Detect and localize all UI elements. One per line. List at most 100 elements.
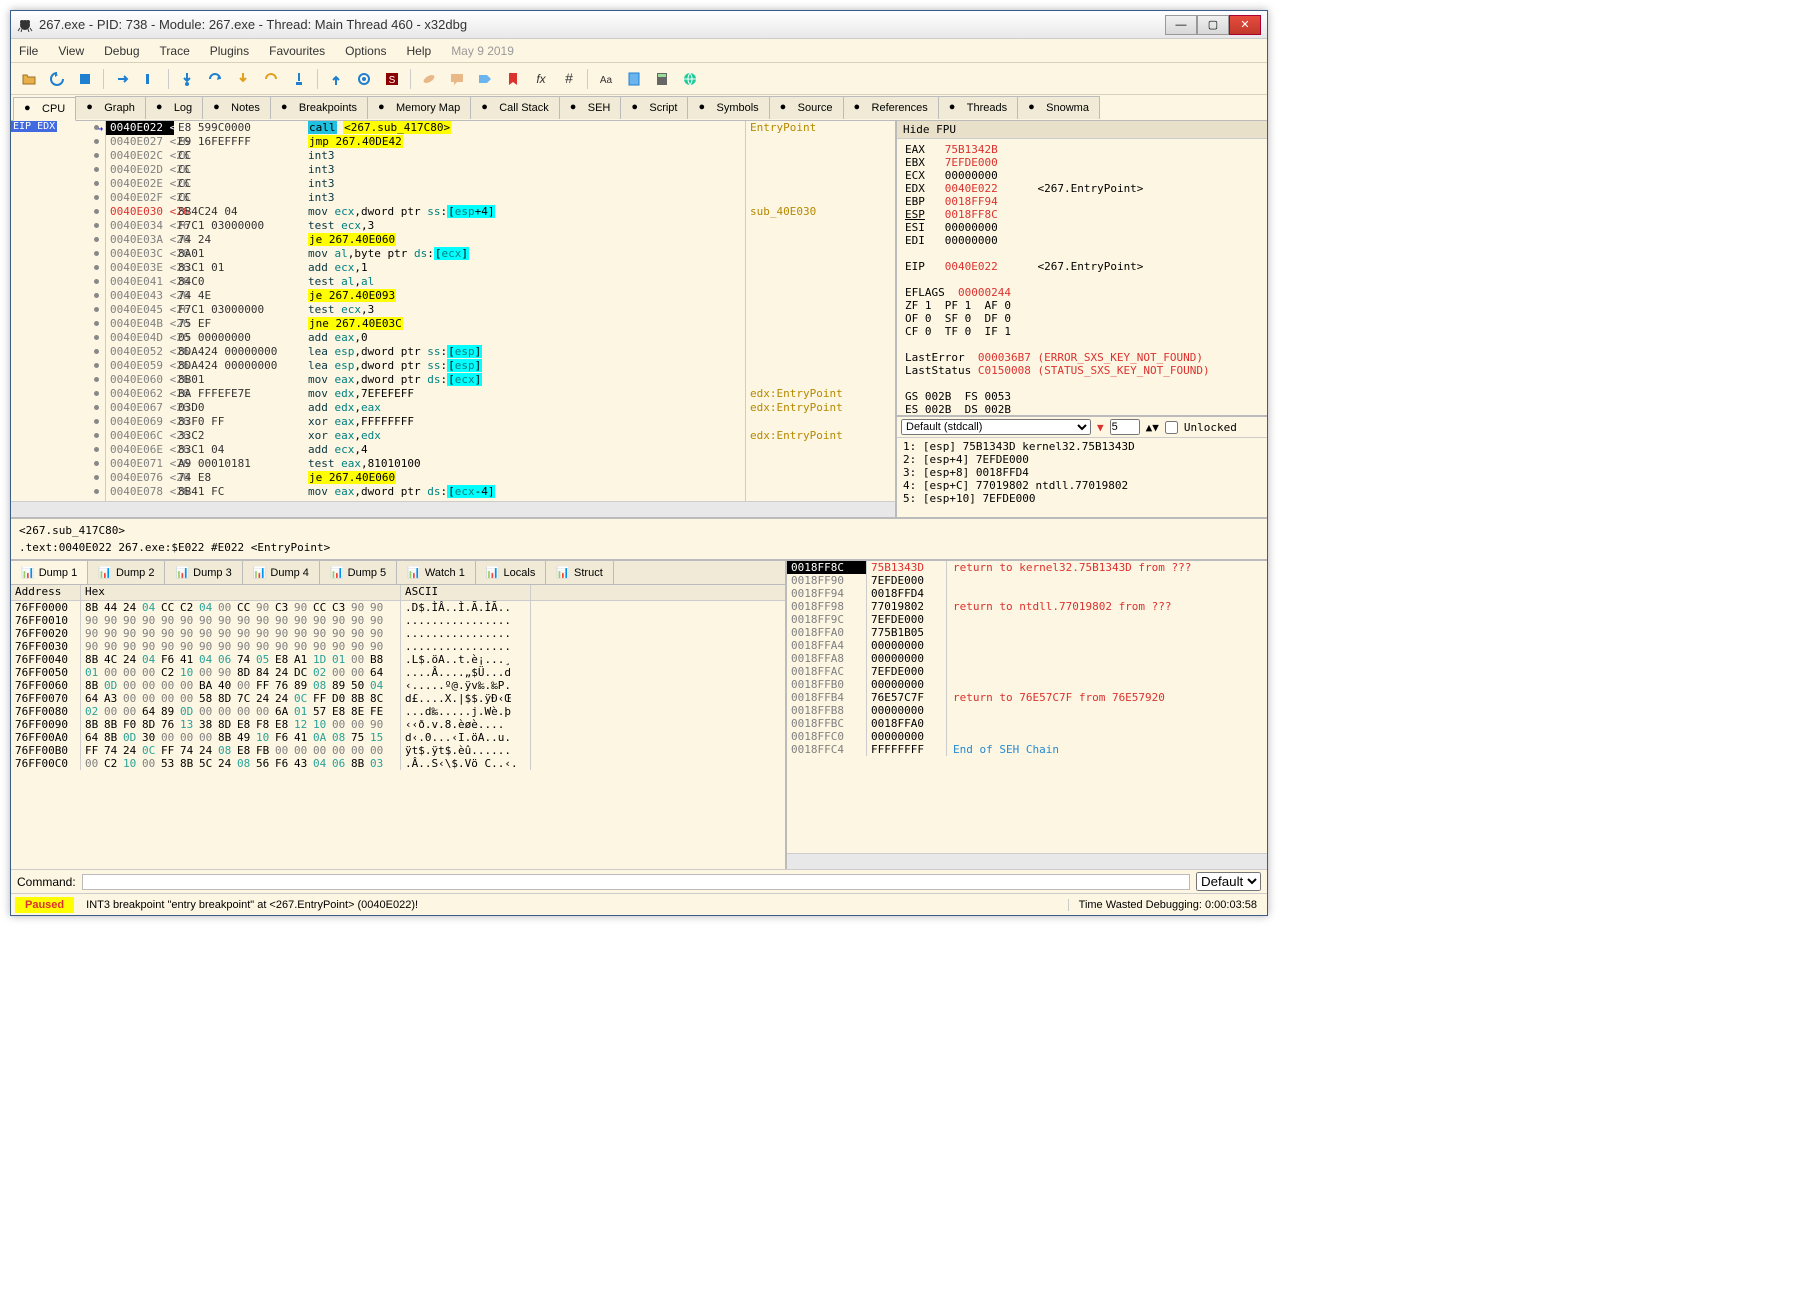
dump-row[interactable]: 76FF00608B0D00000000BA4000FF768908895004… [11, 679, 785, 692]
dump-row[interactable]: 76FF00408B4C2404F64104067405E8A11D0100B8… [11, 653, 785, 666]
dump-tab-0[interactable]: 📊Dump 1 [11, 561, 88, 584]
stack-row[interactable]: 0018FF940018FFD4 [787, 587, 1267, 600]
dump-tab-2[interactable]: 📊Dump 3 [165, 561, 242, 584]
dump-row[interactable]: 76FF002090909090909090909090909090909090… [11, 627, 785, 640]
dump-tab-7[interactable]: 📊Struct [546, 561, 613, 584]
dump-tab-6[interactable]: 📊Locals [476, 561, 547, 584]
tab-references[interactable]: ●References [843, 96, 939, 119]
scylla-button[interactable]: S [380, 67, 404, 91]
dump-row[interactable]: 76FF008002000064890D000000006A0157E88EFE… [11, 705, 785, 718]
step-into-button[interactable] [175, 67, 199, 91]
menu-file[interactable]: File [19, 44, 38, 58]
stack-row[interactable]: 0018FFB000000000 [787, 678, 1267, 691]
dump-row[interactable]: 76FF00908B8BF08D7613388DE8F8E81210000090… [11, 718, 785, 731]
stack-row[interactable]: 0018FF9877019802return to ntdll.77019802… [787, 600, 1267, 613]
stack-row[interactable]: 0018FFA0775B1B05 [787, 626, 1267, 639]
dump-tab-3[interactable]: 📊Dump 4 [243, 561, 320, 584]
stack-row[interactable]: 0018FF8C75B1343Dreturn to kernel32.75B13… [787, 561, 1267, 574]
titlebar[interactable]: 267.exe - PID: 738 - Module: 267.exe - T… [11, 11, 1267, 39]
disasm-row[interactable]: 0040E06E <2683C1 04add ecx,4 [11, 443, 895, 457]
dump-tab-5[interactable]: 📊Watch 1 [397, 561, 476, 584]
dump-row[interactable]: 76FF00008B442404CCC20400CC90C390CCC39090… [11, 601, 785, 614]
disasm-row[interactable]: 0040E069 <2683F0 FFxor eax,FFFFFFFF [11, 415, 895, 429]
disasm-row[interactable]: 0040E02E <26CCint3 [11, 177, 895, 191]
tab-seh[interactable]: ●SEH [559, 96, 622, 119]
tab-graph[interactable]: ●Graph [75, 96, 146, 119]
stack-row[interactable]: 0018FFBC0018FFA0 [787, 717, 1267, 730]
menu-plugins[interactable]: Plugins [210, 44, 249, 58]
stack-row[interactable]: 0018FF9C7EFDE000 [787, 613, 1267, 626]
disasm-row[interactable]: 0040E045 <26F7C1 03000000test ecx,3 [11, 303, 895, 317]
pause-button[interactable] [138, 67, 162, 91]
command-input[interactable] [82, 874, 1190, 890]
dump-row[interactable]: 76FF003090909090909090909090909090909090… [11, 640, 785, 653]
run-to-user-button[interactable] [287, 67, 311, 91]
disasm-row[interactable]: 0040E03C <268A01mov al,byte ptr ds:[ecx] [11, 247, 895, 261]
disasm-row[interactable]: 0040E067 <2603D0add edx,eaxedx:EntryPoin… [11, 401, 895, 415]
disasm-row[interactable]: 0040E052 <268DA424 00000000lea esp,dword… [11, 345, 895, 359]
tab-symbols[interactable]: ●Symbols [687, 96, 769, 119]
stack-row[interactable]: 0018FFC4FFFFFFFFEnd of SEH Chain [787, 743, 1267, 756]
patches-button[interactable] [417, 67, 441, 91]
disasm-row[interactable]: 0040E04B <2675 EFjne 267.40E03C [11, 317, 895, 331]
comments-button[interactable] [445, 67, 469, 91]
dump-row[interactable]: 76FF00A0648B0D300000008B4910F6410A087515… [11, 731, 785, 744]
arg-count-input[interactable] [1110, 419, 1140, 435]
strings-button[interactable]: Aa [594, 67, 618, 91]
tab-memory map[interactable]: ●Memory Map [367, 96, 471, 119]
online-button[interactable] [678, 67, 702, 91]
open-button[interactable] [17, 67, 41, 91]
disassembly-pane[interactable]: EIP EDX→0040E022 <26E8 599C0000call <267… [11, 121, 897, 517]
stack-row[interactable]: 0018FFC000000000 [787, 730, 1267, 743]
variables-button[interactable]: # [557, 67, 581, 91]
tab-script[interactable]: ●Script [620, 96, 688, 119]
trace-into-button[interactable] [231, 67, 255, 91]
stack-hscroll[interactable] [787, 853, 1267, 869]
dump-row[interactable]: 76FF00B0FF74240CFF742408E8FB000000000000… [11, 744, 785, 757]
stack-row[interactable]: 0018FFA800000000 [787, 652, 1267, 665]
disasm-row[interactable]: 0040E076 <2674 E8je 267.40E060 [11, 471, 895, 485]
step-out-button[interactable] [324, 67, 348, 91]
dump-row[interactable]: 76FF005001000000C21000908D8424DC02000064… [11, 666, 785, 679]
tab-log[interactable]: ●Log [145, 96, 203, 119]
functions-button[interactable]: fx [529, 67, 553, 91]
restart-button[interactable] [45, 67, 69, 91]
disasm-row[interactable]: 0040E06C <2633C2xor eax,edxedx:EntryPoin… [11, 429, 895, 443]
dump-tab-1[interactable]: 📊Dump 2 [88, 561, 165, 584]
disasm-row[interactable]: EIP EDX→0040E022 <26E8 599C0000call <267… [11, 121, 895, 135]
registers-pane[interactable]: Hide FPU EAX 75B1342B EBX 7EFDE000 ECX 0… [897, 121, 1267, 417]
menu-options[interactable]: Options [345, 44, 386, 58]
disasm-row[interactable]: 0040E060 <268B01mov eax,dword ptr ds:[ec… [11, 373, 895, 387]
disasm-row[interactable]: 0040E02C <26CCint3 [11, 149, 895, 163]
run-till-ret-button[interactable] [352, 67, 376, 91]
disasm-row[interactable]: 0040E030 <268B4C24 04mov ecx,dword ptr s… [11, 205, 895, 219]
labels-button[interactable] [473, 67, 497, 91]
tab-snowma[interactable]: ●Snowma [1017, 96, 1100, 119]
disasm-row[interactable]: 0040E02D <26CCint3 [11, 163, 895, 177]
run-button[interactable] [110, 67, 134, 91]
tab-notes[interactable]: ●Notes [202, 96, 271, 119]
calling-convention-select[interactable]: Default (stdcall) [901, 419, 1091, 435]
disasm-row[interactable]: 0040E04D <2605 00000000add eax,0 [11, 331, 895, 345]
dump-pane[interactable]: 📊Dump 1📊Dump 2📊Dump 3📊Dump 4📊Dump 5📊Watc… [11, 561, 787, 869]
disasm-row[interactable]: 0040E041 <2684C0test al,al [11, 275, 895, 289]
minimize-button[interactable]: — [1165, 15, 1197, 35]
disasm-row[interactable]: 0040E059 <268DA424 00000000lea esp,dword… [11, 359, 895, 373]
disasm-row[interactable]: 0040E034 <26F7C1 03000000test ecx,3 [11, 219, 895, 233]
stack-row[interactable]: 0018FFB476E57C7Freturn to 76E57C7F from … [787, 691, 1267, 704]
disasm-row[interactable]: 0040E02F <26CCint3 [11, 191, 895, 205]
stack-row[interactable]: 0018FFB800000000 [787, 704, 1267, 717]
command-mode-select[interactable]: Default [1196, 872, 1261, 891]
tab-cpu[interactable]: ●CPU [13, 97, 76, 121]
tab-breakpoints[interactable]: ●Breakpoints [270, 96, 368, 119]
menu-view[interactable]: View [58, 44, 84, 58]
close-button[interactable]: ✕ [1229, 15, 1261, 35]
dump-row[interactable]: 76FF007064A300000000588D7C24240CFFD08B8C… [11, 692, 785, 705]
tab-source[interactable]: ●Source [769, 96, 844, 119]
menu-help[interactable]: Help [407, 44, 432, 58]
disasm-row[interactable]: 0040E078 <268B41 FCmov eax,dword ptr ds:… [11, 485, 895, 499]
stop-button[interactable] [73, 67, 97, 91]
dump-header-address[interactable]: Address [11, 585, 81, 600]
dump-row[interactable]: 76FF001090909090909090909090909090909090… [11, 614, 785, 627]
menu-trace[interactable]: Trace [160, 44, 190, 58]
